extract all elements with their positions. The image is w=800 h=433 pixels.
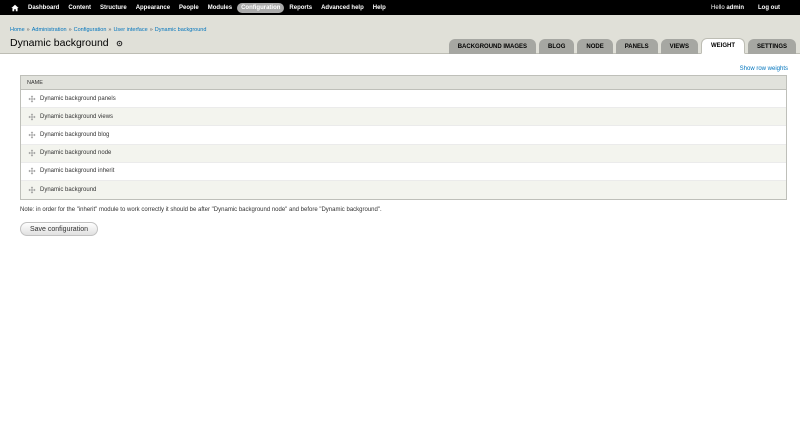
home-icon[interactable] (8, 0, 22, 15)
drag-handle-icon[interactable] (27, 130, 36, 139)
breadcrumb-link[interactable]: Configuration (74, 27, 107, 33)
tab-weight[interactable]: Weight (700, 38, 745, 54)
toolbar-item-content[interactable]: Content (64, 3, 95, 13)
tabs: Background images Blog Node Panels Views Weig… (446, 38, 796, 54)
page-title: Dynamic background (10, 37, 123, 49)
toolbar-item-people[interactable]: People (175, 3, 203, 13)
table-row: Dynamic background node (21, 144, 786, 163)
page-title-text: Dynamic background (10, 37, 109, 49)
row-label: Dynamic background (40, 187, 97, 194)
toolbar-item-reports[interactable]: Reports (285, 3, 316, 13)
tab-panels[interactable]: Panels (615, 39, 658, 54)
username-link[interactable]: admin (726, 5, 744, 11)
breadcrumb-link[interactable]: Home (10, 27, 25, 33)
row-label: Dynamic background views (40, 113, 114, 120)
tab-views[interactable]: Views (660, 39, 698, 54)
toolbar-item-appearance[interactable]: Appearance (132, 3, 174, 13)
table-row: Dynamic background inherit (21, 163, 786, 181)
note-text: Note: in order for the "inherit" module … (20, 207, 382, 213)
toolbar-item-configuration[interactable]: Configuration (237, 2, 285, 13)
breadcrumb-link[interactable]: User interface (113, 27, 147, 33)
table-row: Dynamic background views (21, 108, 786, 127)
admin-toolbar: Dashboard Content Structure Appearance Peopl… (0, 0, 800, 15)
logout-link[interactable]: Log out (758, 5, 780, 11)
toolbar-user: Hello admin Log out (711, 0, 780, 15)
row-label: Dynamic background blog (40, 131, 110, 138)
page-header: Home» Administration» Configuration» User i… (0, 15, 800, 54)
tab-background-images[interactable]: Background images (448, 39, 537, 54)
table-row: Dynamic background blog (21, 126, 786, 145)
row-label: Dynamic background inherit (40, 168, 115, 175)
table-row: Dynamic background panels (21, 90, 786, 109)
breadcrumb-link[interactable]: Administration (32, 27, 67, 33)
tab-node[interactable]: Node (577, 39, 613, 54)
hello-text: Hello admin (710, 4, 744, 11)
tab-blog[interactable]: Blog (539, 39, 575, 54)
breadcrumb-separator: » (149, 27, 153, 33)
drag-handle-icon[interactable] (27, 112, 36, 121)
table-row: Dynamic background (21, 180, 786, 200)
weight-table: Name Dynamic background panels Dynamic ba… (20, 75, 787, 201)
toolbar-item-modules[interactable]: Modules (204, 3, 236, 13)
table-body: Dynamic background panels Dynamic backgro… (21, 90, 786, 200)
toolbar-item-structure[interactable]: Structure (96, 3, 131, 13)
drag-handle-icon[interactable] (27, 167, 36, 176)
toolbar-menu: Dashboard Content Structure Appearance Peopl… (24, 2, 391, 13)
toolbar-item-help[interactable]: Help (369, 3, 390, 13)
table-header-name: Name (21, 76, 786, 90)
gear-icon[interactable] (116, 40, 123, 47)
row-label: Dynamic background node (40, 150, 112, 157)
breadcrumb-separator: » (26, 27, 30, 33)
show-row-weights-link[interactable]: Show row weights (740, 66, 788, 72)
save-configuration-button[interactable]: Save configuration (20, 222, 98, 236)
breadcrumb-separator: » (68, 27, 72, 33)
toolbar-item-dashboard[interactable]: Dashboard (24, 3, 63, 13)
breadcrumb-link[interactable]: Dynamic background (155, 27, 207, 33)
drag-handle-icon[interactable] (27, 186, 36, 195)
tab-settings[interactable]: Settings (747, 39, 796, 54)
row-label: Dynamic background panels (40, 95, 116, 102)
drag-handle-icon[interactable] (27, 94, 36, 103)
breadcrumb: Home» Administration» Configuration» User i… (10, 27, 206, 33)
toolbar-item-advanced-help[interactable]: Advanced help (317, 3, 368, 13)
breadcrumb-separator: » (108, 27, 112, 33)
drag-handle-icon[interactable] (27, 149, 36, 158)
